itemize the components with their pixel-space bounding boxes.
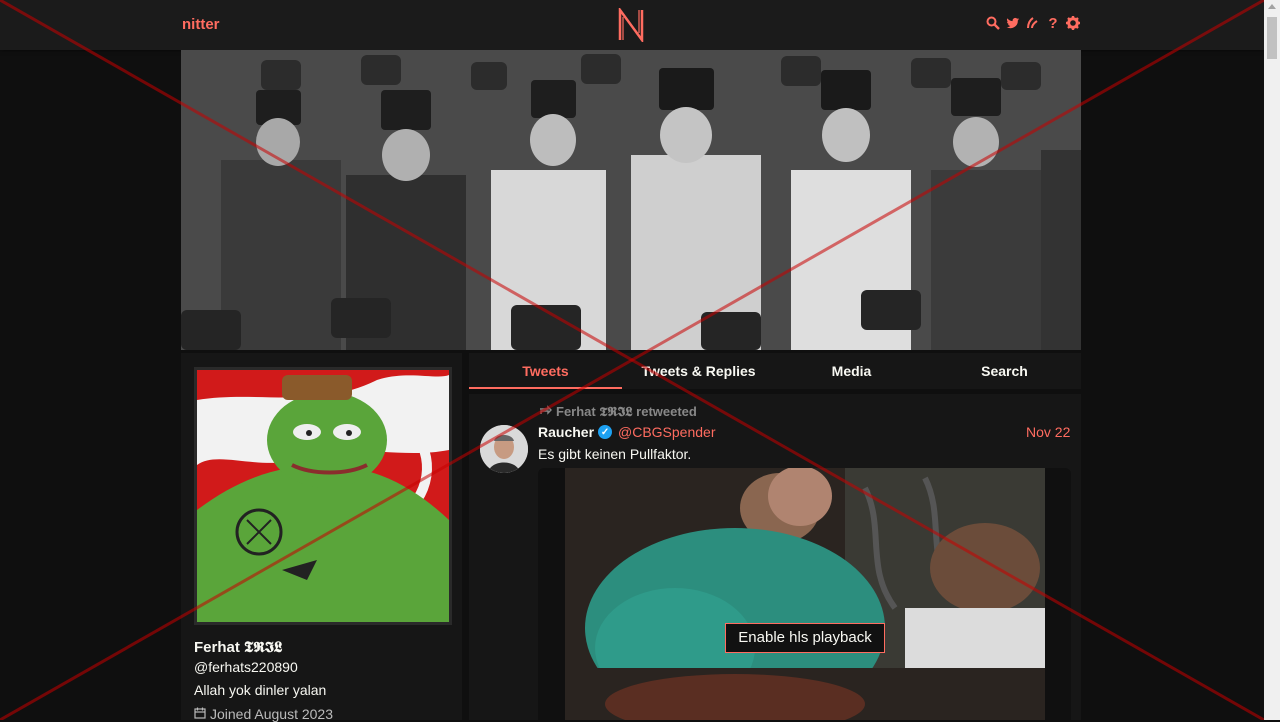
profile-bio: Allah yok dinler yalan [194, 682, 327, 698]
tweet-avatar[interactable] [480, 425, 528, 473]
bird-icon[interactable] [1006, 15, 1020, 31]
timeline-tabs: Tweets Tweets & Replies Media Search [469, 353, 1081, 389]
retweet-icon [538, 404, 552, 420]
profile-fullname[interactable]: Ferhat 𝕿𝕽𝕴𝕷 [194, 639, 282, 656]
search-icon[interactable] [986, 15, 1000, 31]
gear-icon[interactable] [1066, 15, 1080, 31]
tweet-text: Es gibt keinen Pullfaktor. [538, 446, 692, 462]
profile-avatar[interactable] [194, 367, 452, 625]
profile-username[interactable]: @ferhats220890 [194, 659, 298, 675]
verified-icon: ✓ [598, 425, 613, 439]
enable-hls-button[interactable]: Enable hls playback [725, 623, 885, 653]
retweet-header: Ferhat 𝕿𝕽𝕴𝕷 retweeted [538, 404, 697, 420]
tab-tweets-replies[interactable]: Tweets & Replies [622, 353, 775, 389]
retweet-label: Ferhat 𝕿𝕽𝕴𝕷 retweeted [556, 404, 697, 419]
brand-link[interactable]: nitter [182, 16, 220, 33]
tweet-author[interactable]: Raucher ✓ [538, 424, 613, 440]
tweet-fullname[interactable]: Raucher [538, 424, 594, 440]
tweet-video[interactable] [565, 468, 1045, 720]
tab-search[interactable]: Search [928, 353, 1081, 389]
tweet-date[interactable]: Nov 22 [1026, 424, 1070, 440]
scrollbar-thumb[interactable] [1267, 17, 1277, 59]
scrollbar[interactable] [1264, 0, 1280, 720]
tab-media[interactable]: Media [775, 353, 928, 389]
rss-icon[interactable] [1026, 15, 1040, 31]
navbar: nitter ? [0, 0, 1264, 50]
tweet-username[interactable]: @CBGSpender [618, 424, 715, 440]
tab-tweets[interactable]: Tweets [469, 353, 622, 389]
scroll-up-arrow-icon[interactable] [1268, 4, 1276, 9]
nav-icons: ? [986, 15, 1080, 32]
nitter-logo[interactable] [617, 6, 645, 44]
help-icon[interactable]: ? [1046, 15, 1060, 32]
profile-banner[interactable] [181, 50, 1081, 350]
